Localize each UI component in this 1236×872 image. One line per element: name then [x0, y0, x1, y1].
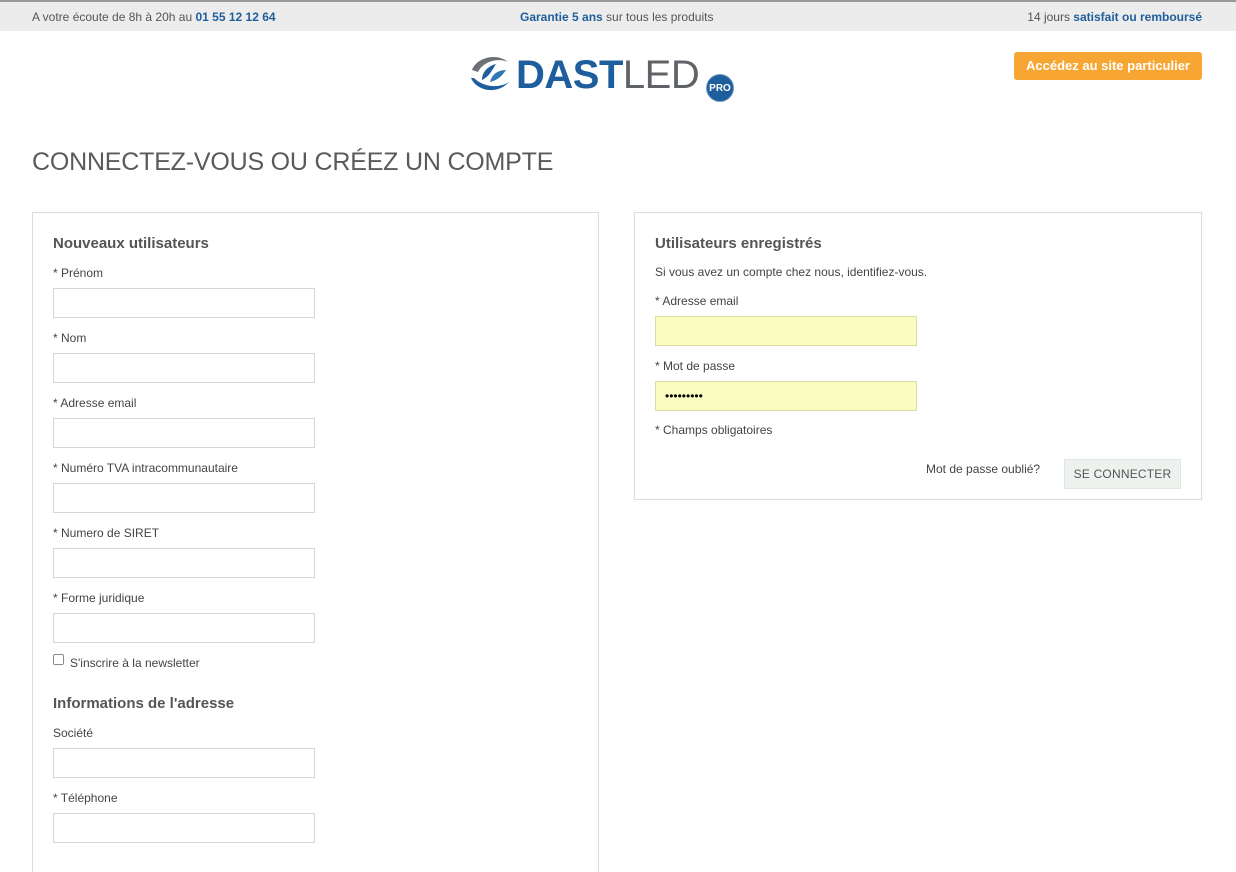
phone-field[interactable] [53, 813, 315, 843]
legal-form-field[interactable] [53, 613, 315, 643]
login-button[interactable]: SE CONNECTER [1064, 459, 1181, 489]
topbar-warranty-text: sur tous les produits [602, 10, 714, 24]
leaf-swirl-logo-icon [469, 53, 511, 95]
registered-users-title: Utilisateurs enregistrés [655, 235, 822, 252]
email-label: * Adresse email [53, 396, 137, 410]
password-field[interactable] [655, 381, 917, 411]
topbar-hours-text: A votre écoute de 8h à 20h au [32, 10, 196, 24]
vat-number-label: * Numéro TVA intracommunautaire [53, 461, 238, 475]
address-info-title: Informations de l'adresse [53, 695, 235, 712]
siret-label: * Numero de SIRET [53, 526, 160, 540]
topbar-phone[interactable]: 01 55 12 12 64 [195, 10, 275, 24]
topbar-warranty: Garantie 5 ans sur tous les produits [520, 10, 713, 24]
logo-led: LED [622, 53, 700, 97]
consumer-site-button[interactable]: Accédez au site particulier [1014, 52, 1202, 80]
topbar-warranty-bold: Garantie 5 ans [520, 10, 603, 24]
page-title: CONNECTEZ-VOUS OU CRÉEZ UN COMPTE [32, 148, 554, 176]
company-field[interactable] [53, 748, 315, 778]
required-fields-note: * Champs obligatoires [655, 423, 773, 437]
site-logo[interactable]: DASTLED PRO [466, 48, 738, 104]
lastname-label: * Nom [53, 331, 87, 345]
phone-label: * Téléphone [53, 791, 118, 805]
siret-field[interactable] [53, 548, 315, 578]
top-info-bar: A votre écoute de 8h à 20h au 01 55 12 1… [0, 0, 1236, 31]
new-users-panel: Nouveaux utilisateurs * Prénom * Nom * A… [32, 212, 599, 872]
login-intro-text: Si vous avez un compte chez nous, identi… [655, 265, 928, 279]
newsletter-checkbox[interactable] [53, 654, 64, 665]
email-field[interactable] [53, 418, 315, 448]
topbar-guarantee-text: 14 jours [1027, 10, 1074, 24]
topbar-hours: A votre écoute de 8h à 20h au 01 55 12 1… [32, 10, 276, 24]
password-label: * Mot de passe [655, 359, 736, 373]
legal-form-label: * Forme juridique [53, 591, 145, 605]
forgot-password-link[interactable]: Mot de passe oublié? [926, 462, 1040, 476]
firstname-label: * Prénom [53, 266, 104, 280]
lastname-field[interactable] [53, 353, 315, 383]
registered-users-panel: Utilisateurs enregistrés Si vous avez un… [634, 212, 1202, 500]
logo-pro-badge: PRO [706, 74, 734, 102]
vat-number-field[interactable] [53, 483, 315, 513]
newsletter-label[interactable]: S'inscrire à la newsletter [70, 656, 200, 670]
company-label: Société [53, 726, 94, 740]
topbar-guarantee: 14 jours satisfait ou remboursé [1027, 10, 1202, 24]
new-users-title: Nouveaux utilisateurs [53, 235, 209, 252]
logo-wordmark: DASTLED [516, 53, 700, 97]
firstname-field[interactable] [53, 288, 315, 318]
logo-dast: DAST [516, 53, 623, 97]
login-email-field[interactable] [655, 316, 917, 346]
topbar-guarantee-bold: satisfait ou remboursé [1073, 10, 1202, 24]
login-email-label: * Adresse email [655, 294, 739, 308]
